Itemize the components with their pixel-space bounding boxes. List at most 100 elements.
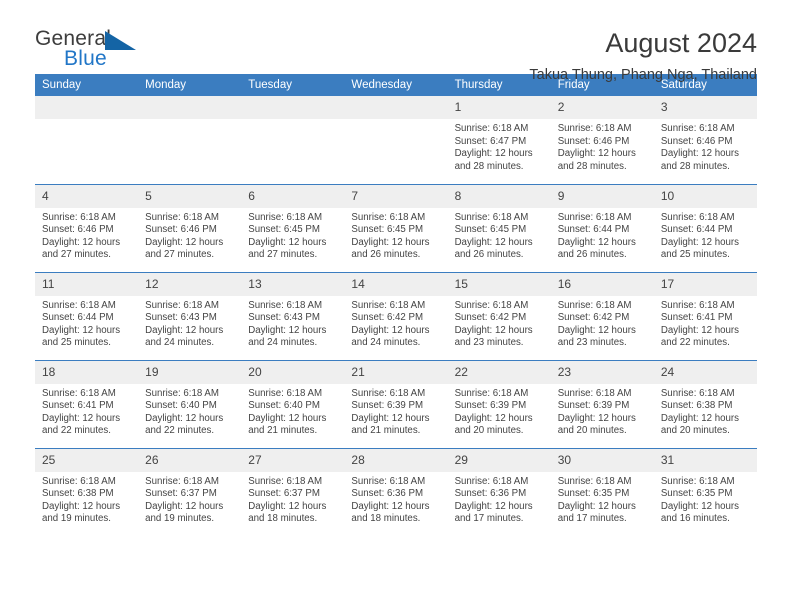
day-details: Sunrise: 6:18 AM Sunset: 6:42 PM Daylight:… [551,296,654,350]
calendar-day-cell[interactable]: 25 Sunrise: 6:18 AM Sunset: 6:38 PM Dayligh… [35,447,139,536]
calendar-day-cell[interactable]: 26 Sunrise: 6:18 AM Sunset: 6:37 PM Dayligh… [138,447,242,536]
page-header: General Blue August 2024 Takua Thung, Ph… [35,0,757,83]
daylight-text: Daylight: 12 hours and 18 minutes. [351,500,430,525]
sunset-text: Sunset: 6:46 PM [557,135,630,147]
daylight-text: Daylight: 12 hours and 28 minutes. [660,148,739,172]
sunrise-text: Sunrise: 6:18 AM [351,475,426,487]
day-number: 13 [241,272,345,296]
daylight-text: Daylight: 12 hours and 19 minutes. [145,500,224,525]
sunrise-text: Sunrise: 6:18 AM [351,299,426,311]
day-details: Sunrise: 6:18 AM Sunset: 6:46 PM Daylight:… [654,119,757,173]
day-number: 20 [241,360,345,384]
calendar-day-cell[interactable]: 13 Sunrise: 6:18 AM Sunset: 6:43 PM Dayligh… [241,271,345,360]
sunset-text: Sunset: 6:46 PM [42,224,114,236]
sunrise-text: Sunrise: 6:18 AM [42,299,116,311]
day-number: 15 [447,272,551,296]
sunrise-text: Sunrise: 6:18 AM [660,123,735,134]
calendar-day-cell[interactable]: 29 Sunrise: 6:18 AM Sunset: 6:36 PM Dayligh… [447,447,551,536]
day-details: Sunrise: 6:18 AM Sunset: 6:45 PM Daylight:… [241,208,344,262]
daylight-text: Daylight: 12 hours and 22 minutes. [42,412,121,437]
daylight-text: Daylight: 12 hours and 25 minutes. [42,324,121,349]
sunset-text: Sunset: 6:39 PM [557,400,630,412]
calendar-day-cell[interactable]: 20 Sunrise: 6:18 AM Sunset: 6:40 PM Dayligh… [241,359,345,448]
calendar-day-cell[interactable]: 5 Sunrise: 6:18 AM Sunset: 6:46 PM Daylight… [138,183,242,272]
day-details: Sunrise: 6:18 AM Sunset: 6:41 PM Daylight:… [35,384,138,438]
calendar-day-cell[interactable]: 19 Sunrise: 6:18 AM Sunset: 6:40 PM Dayligh… [138,359,242,448]
sunset-text: Sunset: 6:42 PM [454,312,527,324]
calendar-day-cell[interactable]: 21 Sunrise: 6:18 AM Sunset: 6:39 PM Dayligh… [344,359,448,448]
calendar-day-cell[interactable]: 7 Sunrise: 6:18 AM Sunset: 6:45 PM Daylight… [344,183,448,272]
sunrise-text: Sunrise: 6:18 AM [248,211,323,223]
calendar-day-cell[interactable]: 3 Sunrise: 6:18 AM Sunset: 6:46 PM Daylight… [653,96,757,184]
calendar-day-cell[interactable]: 9 Sunrise: 6:18 AM Sunset: 6:44 PM Daylight… [550,183,654,272]
general-blue-logo[interactable]: General Blue [35,27,145,73]
daylight-text: Daylight: 12 hours and 27 minutes. [248,236,327,261]
day-number: 19 [138,360,242,384]
sunset-text: Sunset: 6:43 PM [248,312,320,324]
calendar-day-cell[interactable]: 8 Sunrise: 6:18 AM Sunset: 6:45 PM Daylight… [447,183,551,272]
day-details: Sunrise: 6:18 AM Sunset: 6:35 PM Daylight:… [551,472,654,526]
day-number: 21 [344,360,448,384]
calendar-day-cell[interactable]: 27 Sunrise: 6:18 AM Sunset: 6:37 PM Dayligh… [241,447,345,536]
sunrise-text: Sunrise: 6:18 AM [660,211,735,223]
calendar-day-cell[interactable]: 31 Sunrise: 6:18 AM Sunset: 6:35 PM Dayligh… [653,447,757,536]
daylight-text: Daylight: 12 hours and 20 minutes. [660,412,739,437]
day-details: Sunrise: 6:18 AM Sunset: 6:46 PM Daylight:… [551,119,654,173]
calendar-day-cell[interactable]: 22 Sunrise: 6:18 AM Sunset: 6:39 PM Dayligh… [447,359,551,448]
day-number: 30 [550,448,654,472]
calendar-day-cell[interactable]: 14 Sunrise: 6:18 AM Sunset: 6:42 PM Dayligh… [344,271,448,360]
sunset-text: Sunset: 6:35 PM [557,488,630,500]
daylight-text: Daylight: 12 hours and 26 minutes. [557,236,636,261]
daylight-text: Daylight: 12 hours and 21 minutes. [351,412,430,437]
day-number: 10 [653,184,757,208]
calendar-cell-empty [344,96,448,184]
calendar-day-cell[interactable]: 17 Sunrise: 6:18 AM Sunset: 6:41 PM Dayligh… [653,271,757,360]
sunrise-text: Sunrise: 6:18 AM [145,475,219,487]
calendar-day-cell[interactable]: 6 Sunrise: 6:18 AM Sunset: 6:45 PM Daylight… [241,183,345,272]
sunset-text: Sunset: 6:40 PM [145,400,217,412]
calendar-day-cell[interactable]: 2 Sunrise: 6:18 AM Sunset: 6:46 PM Daylight… [550,96,654,184]
calendar-day-cell[interactable]: 18 Sunrise: 6:18 AM Sunset: 6:41 PM Dayligh… [35,359,139,448]
day-number: 17 [653,272,757,296]
calendar-day-cell[interactable]: 10 Sunrise: 6:18 AM Sunset: 6:44 PM Dayligh… [653,183,757,272]
calendar-day-cell[interactable]: 30 Sunrise: 6:18 AM Sunset: 6:35 PM Dayligh… [550,447,654,536]
calendar-day-cell[interactable]: 24 Sunrise: 6:18 AM Sunset: 6:38 PM Dayligh… [653,359,757,448]
day-number: 1 [447,96,551,119]
day-details: Sunrise: 6:18 AM Sunset: 6:40 PM Daylight:… [241,384,344,438]
logo-triangle-icon [105,31,136,50]
calendar-cell-empty [138,96,242,184]
day-details: Sunrise: 6:18 AM Sunset: 6:46 PM Daylight:… [35,208,138,262]
sunset-text: Sunset: 6:37 PM [145,488,217,500]
sunrise-text: Sunrise: 6:18 AM [557,123,632,134]
day-number: 5 [138,184,242,208]
calendar-day-cell[interactable]: 11 Sunrise: 6:18 AM Sunset: 6:44 PM Dayligh… [35,271,139,360]
sunrise-text: Sunrise: 6:18 AM [557,299,632,311]
sunset-text: Sunset: 6:41 PM [42,400,114,412]
calendar-week-row: 11 Sunrise: 6:18 AM Sunset: 6:44 PM Dayligh… [35,271,757,360]
sunrise-text: Sunrise: 6:18 AM [660,387,735,399]
sunset-text: Sunset: 6:44 PM [660,224,733,236]
day-number: 6 [241,184,345,208]
day-number: 16 [550,272,654,296]
sunset-text: Sunset: 6:36 PM [351,488,424,500]
calendar-day-cell[interactable]: 12 Sunrise: 6:18 AM Sunset: 6:43 PM Dayligh… [138,271,242,360]
day-number: 27 [241,448,345,472]
day-number: 26 [138,448,242,472]
calendar-day-cell[interactable]: 1 Sunrise: 6:18 AM Sunset: 6:47 PM Daylight… [447,96,551,184]
daylight-text: Daylight: 12 hours and 28 minutes. [557,148,636,172]
calendar-day-cell[interactable]: 28 Sunrise: 6:18 AM Sunset: 6:36 PM Dayligh… [344,447,448,536]
calendar-day-cell[interactable]: 15 Sunrise: 6:18 AM Sunset: 6:42 PM Dayligh… [447,271,551,360]
sunset-text: Sunset: 6:42 PM [351,312,424,324]
daylight-text: Daylight: 12 hours and 18 minutes. [248,500,327,525]
sunset-text: Sunset: 6:45 PM [248,224,320,236]
weekday-header-sunday: Sunday [35,74,139,96]
calendar-day-cell[interactable]: 16 Sunrise: 6:18 AM Sunset: 6:42 PM Dayligh… [550,271,654,360]
sunset-text: Sunset: 6:37 PM [248,488,320,500]
day-details: Sunrise: 6:18 AM Sunset: 6:43 PM Daylight:… [138,296,241,350]
calendar-week-row: 18 Sunrise: 6:18 AM Sunset: 6:41 PM Dayligh… [35,359,757,448]
daylight-text: Daylight: 12 hours and 25 minutes. [660,236,739,261]
daylight-text: Daylight: 12 hours and 21 minutes. [248,412,327,437]
calendar-day-cell[interactable]: 4 Sunrise: 6:18 AM Sunset: 6:46 PM Daylight… [35,183,139,272]
calendar-day-cell[interactable]: 23 Sunrise: 6:18 AM Sunset: 6:39 PM Dayligh… [550,359,654,448]
title-block: August 2024 Takua Thung, Phang Nga, Thai… [145,27,757,85]
